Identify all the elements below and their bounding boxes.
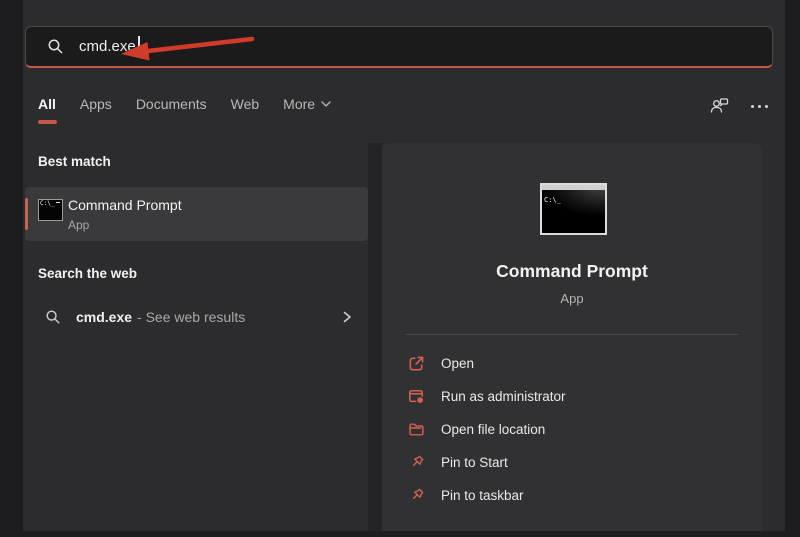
ellipsis-icon[interactable] [749, 101, 770, 112]
web-search-heading: Search the web [38, 266, 138, 281]
admin-window-icon [409, 389, 425, 405]
action-label: Pin to Start [441, 455, 508, 470]
account-icon[interactable] [709, 95, 731, 117]
preview-title: Command Prompt [496, 261, 648, 281]
search-icon [45, 309, 61, 325]
action-label: Pin to taskbar [441, 488, 524, 503]
selection-accent-bar [25, 198, 28, 230]
web-query-text: cmd.exe [76, 309, 133, 325]
search-query-text: cmd.exe [79, 38, 136, 55]
action-pin-to-taskbar[interactable]: Pin to taskbar [382, 479, 762, 512]
cmd-titlebar-dash [56, 202, 60, 203]
divider [406, 334, 738, 335]
result-title: Command Prompt [68, 197, 182, 213]
action-run-as-administrator[interactable]: Run as administrator [382, 380, 762, 413]
cmd-glyph: C:\_ [40, 200, 55, 207]
action-list: Open Run as administrator Open file loca… [382, 347, 762, 512]
preview-panel: C:\_ Command Prompt App Open Run as admi… [382, 143, 762, 531]
cmd-glyph: C:\_ [544, 196, 561, 204]
action-label: Run as administrator [441, 389, 566, 404]
tab-all[interactable]: All [38, 96, 56, 112]
tab-documents[interactable]: Documents [136, 96, 207, 112]
action-open-file-location[interactable]: Open file location [382, 413, 762, 446]
chevron-down-icon [321, 101, 331, 107]
chevron-right-icon [340, 310, 354, 324]
action-label: Open file location [441, 422, 546, 437]
column-gap [368, 143, 382, 531]
preview-subtitle: App [560, 291, 584, 306]
search-window: cmd.exe All Apps Documents Web More Best… [23, 0, 785, 531]
command-prompt-icon: C:\_ [38, 199, 63, 221]
best-match-result[interactable]: C:\_ Command Prompt App [25, 187, 368, 241]
tab-more[interactable]: More [283, 96, 331, 112]
header-icons [709, 95, 770, 117]
command-prompt-icon: C:\_ [540, 183, 607, 235]
selected-tab-underline [38, 120, 57, 124]
search-filter-tabs: All Apps Documents Web More [38, 96, 331, 112]
tab-more-label: More [283, 96, 316, 112]
search-flyout: cmd.exe All Apps Documents Web More Best… [0, 0, 800, 537]
pin-icon [412, 488, 424, 500]
tab-apps[interactable]: Apps [80, 96, 112, 112]
action-label: Open [441, 356, 475, 371]
search-input[interactable]: cmd.exe [25, 26, 773, 68]
cmd-icon-body: C:\_ [542, 190, 605, 233]
web-suffix-text: - See web results [137, 309, 246, 325]
text-cursor [137, 36, 140, 57]
pin-icon [412, 455, 424, 467]
best-match-heading: Best match [38, 154, 111, 169]
result-subtitle: App [68, 218, 90, 232]
action-pin-to-start[interactable]: Pin to Start [382, 446, 762, 479]
web-search-result[interactable]: cmd.exe - See web results [25, 297, 368, 337]
folder-icon [409, 423, 424, 436]
open-external-icon [409, 356, 424, 371]
tab-web[interactable]: Web [231, 96, 260, 112]
search-icon [47, 38, 64, 55]
action-open[interactable]: Open [382, 347, 762, 380]
